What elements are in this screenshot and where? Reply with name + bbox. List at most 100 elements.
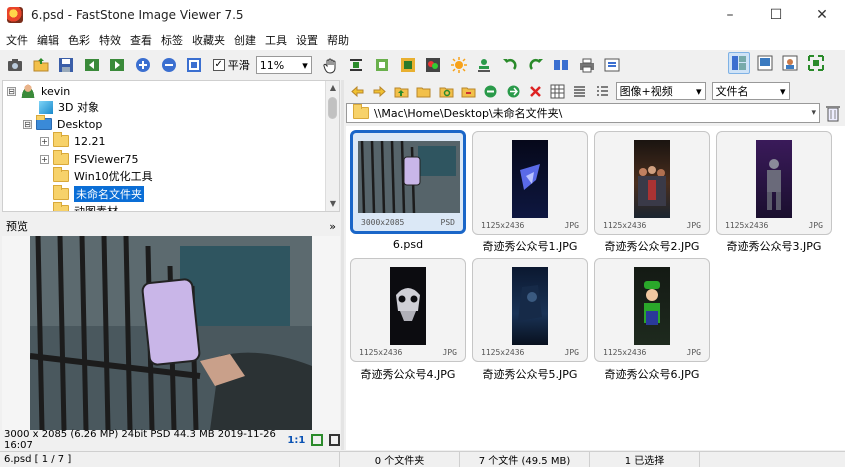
sort-select[interactable]: 文件名 ▾ <box>711 82 790 100</box>
thumbnail-item[interactable]: 1125x2436 JPG <box>594 258 710 362</box>
frame-icon[interactable] <box>397 54 419 76</box>
collapse-icon[interactable]: ⊟ <box>23 119 32 129</box>
tree-item-label: 3D 对象 <box>58 101 99 114</box>
tree-item-12-21[interactable]: + 12.21 <box>40 132 106 150</box>
scroll-down-icon[interactable]: ▼ <box>326 197 339 211</box>
menu-file[interactable]: 文件 <box>6 32 28 48</box>
fullscreen-icon[interactable] <box>805 52 827 74</box>
status-bar: 6.psd [ 1 / 7 ] 0 个文件夹 7 个文件 (49.5 MB) 1… <box>0 451 845 467</box>
menu-help[interactable]: 帮助 <box>327 32 349 48</box>
menu-tags[interactable]: 标签 <box>161 32 183 48</box>
chevron-down-icon: ▾ <box>302 58 308 72</box>
fit-icon[interactable] <box>311 434 323 446</box>
smooth-checkbox[interactable]: ✓ 平滑 <box>212 57 250 73</box>
thumbnail-item[interactable]: 1125x2436 JPG <box>594 131 710 235</box>
slideshow-icon[interactable] <box>601 54 623 76</box>
layout-single-icon[interactable] <box>779 52 801 74</box>
layout-preview-icon[interactable] <box>754 52 776 74</box>
move-to-icon[interactable] <box>482 82 500 100</box>
tree-item-label: Win10优化工具 <box>74 170 153 183</box>
rotate-left-icon[interactable] <box>499 54 521 76</box>
tree-scrollbar[interactable]: ▲ ▼ <box>325 81 339 211</box>
forward-arrow-icon[interactable] <box>370 82 388 100</box>
back-arrow-icon[interactable] <box>348 82 366 100</box>
expand-icon[interactable]: + <box>40 154 49 164</box>
thumbnail-item[interactable]: 1125x2436 JPG <box>350 258 466 362</box>
tree-item-win10-tools[interactable]: Win10优化工具 <box>53 167 153 185</box>
thumbnail-item[interactable]: 3000x2085 PSD <box>350 130 466 234</box>
tree-item-desktop[interactable]: ⊟ Desktop <box>23 115 102 133</box>
menu-create[interactable]: 创建 <box>234 32 256 48</box>
minimize-button[interactable]: – <box>707 0 753 30</box>
chevron-down-icon[interactable]: ▾ <box>811 108 816 118</box>
scroll-up-icon[interactable]: ▲ <box>326 81 339 95</box>
tree-item-gif-assets[interactable]: 动图素材 <box>53 202 118 211</box>
crop-icon[interactable] <box>371 54 393 76</box>
tree-item-3d-objects[interactable]: 3D 对象 <box>39 98 99 116</box>
camera-icon[interactable] <box>4 54 26 76</box>
smooth-checkbox-box[interactable]: ✓ <box>212 59 225 71</box>
collapse-preview-icon[interactable]: » <box>329 220 336 233</box>
folder-icon <box>53 132 69 147</box>
zoom-in-icon[interactable] <box>132 54 154 76</box>
hand-tool-icon[interactable] <box>320 54 342 76</box>
address-bar[interactable]: \\Mac\Home\Desktop\未命名文件夹\ ▾ <box>346 103 820 123</box>
thumbnail-view-icon[interactable] <box>549 82 567 100</box>
tree-item-unnamed-folder[interactable]: 未命名文件夹 <box>53 185 144 203</box>
favorite-folder-icon[interactable] <box>415 82 433 100</box>
thumbnail-browser: 3000x2085 PSD 6.psd 1125x2436 JPG 奇迹秀公众号… <box>346 126 845 450</box>
delete-icon[interactable] <box>526 82 544 100</box>
close-button[interactable]: ✕ <box>799 0 845 30</box>
folder-icon <box>53 150 69 165</box>
tree-item-fsviewer75[interactable]: + FSViewer75 <box>40 150 139 168</box>
grid-view-icon[interactable] <box>571 82 589 100</box>
stamp-icon[interactable] <box>473 54 495 76</box>
menu-tools[interactable]: 工具 <box>265 32 287 48</box>
color-adjust-icon[interactable] <box>422 54 444 76</box>
menu-settings[interactable]: 设置 <box>296 32 318 48</box>
menu-color[interactable]: 色彩 <box>68 32 90 48</box>
collapse-icon[interactable]: ⊟ <box>7 86 16 96</box>
menu-view[interactable]: 查看 <box>130 32 152 48</box>
next-image-icon[interactable] <box>106 54 128 76</box>
open-folder-icon[interactable] <box>30 54 52 76</box>
preview-image <box>30 236 312 430</box>
zoom-out-icon[interactable] <box>158 54 180 76</box>
cube-icon <box>39 100 53 114</box>
view-mode-select[interactable]: 图像+视频 ▾ <box>615 82 706 100</box>
resize-icon[interactable] <box>345 54 367 76</box>
refresh-folder-icon[interactable] <box>437 82 455 100</box>
tree-item-label: FSViewer75 <box>74 152 139 166</box>
folder-icon <box>353 104 369 119</box>
scroll-thumb[interactable] <box>328 97 337 119</box>
status-file-index: 6.psd [ 1 / 7 ] <box>0 451 340 467</box>
sort-value: 文件名 <box>715 85 749 98</box>
thumbnail-item[interactable]: 1125x2436 JPG <box>472 258 588 362</box>
menu-favorites[interactable]: 收藏夹 <box>192 32 225 48</box>
menu-effects[interactable]: 特效 <box>99 32 121 48</box>
sync-icon[interactable] <box>504 82 522 100</box>
copy-to-icon[interactable] <box>459 82 477 100</box>
actual-size-icon[interactable] <box>183 54 205 76</box>
compare-icon[interactable] <box>550 54 572 76</box>
panel-splitter[interactable] <box>341 80 344 450</box>
previous-image-icon[interactable] <box>81 54 103 76</box>
zoom-select[interactable]: 11% ▾ <box>255 56 312 74</box>
folder-icon <box>53 167 69 182</box>
preview-title: 预览 <box>6 220 28 233</box>
sun-effects-icon[interactable] <box>448 54 470 76</box>
save-icon[interactable] <box>55 54 77 76</box>
maximize-button[interactable]: ☐ <box>753 0 799 30</box>
parent-folder-icon[interactable] <box>393 82 411 100</box>
ratio-button[interactable]: 1:1 <box>287 435 305 446</box>
list-view-icon[interactable] <box>593 82 611 100</box>
recycle-bin-icon[interactable] <box>825 104 841 122</box>
thumbnail-item[interactable]: 1125x2436 JPG <box>472 131 588 235</box>
print-icon[interactable] <box>576 54 598 76</box>
layout-browser-icon[interactable] <box>728 52 750 74</box>
thumbnail-item[interactable]: 1125x2436 JPG <box>716 131 832 235</box>
expand-icon[interactable]: + <box>40 136 49 146</box>
fullscreen-preview-icon[interactable] <box>328 434 341 446</box>
menu-edit[interactable]: 编辑 <box>37 32 59 48</box>
rotate-right-icon[interactable] <box>525 54 547 76</box>
